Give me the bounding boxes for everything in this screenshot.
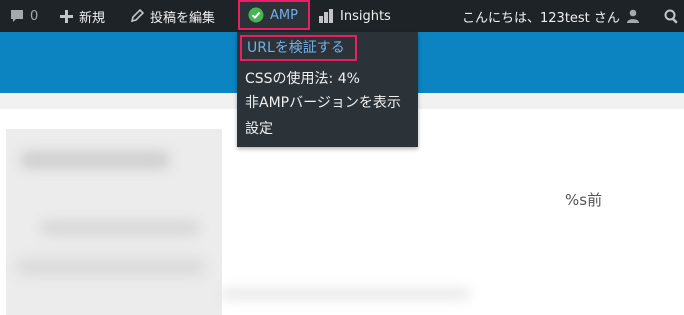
search-button[interactable] bbox=[664, 0, 679, 32]
blurred-text bbox=[16, 259, 206, 275]
amp-menu-button[interactable]: AMP bbox=[238, 0, 310, 30]
search-icon bbox=[664, 9, 679, 24]
settings-menu-item[interactable]: 設定 bbox=[245, 118, 273, 140]
comments-count: 0 bbox=[30, 8, 39, 24]
blurred-text bbox=[40, 221, 200, 235]
new-label: 新規 bbox=[79, 10, 106, 26]
validate-url-menu-item[interactable]: URLを検証する bbox=[240, 35, 357, 61]
view-non-amp-menu-item[interactable]: 非AMPバージョンを表示 bbox=[245, 92, 401, 114]
user-avatar-icon bbox=[626, 9, 640, 23]
blurred-text bbox=[20, 151, 170, 169]
edit-post-label: 投稿を編集 bbox=[150, 10, 216, 26]
blurred-text bbox=[220, 289, 470, 299]
plus-icon bbox=[60, 9, 73, 23]
edit-post-link[interactable]: 投稿を編集 bbox=[130, 0, 215, 32]
greeting-text: こんにちは、123test さん bbox=[462, 10, 620, 26]
amp-label: AMP bbox=[270, 7, 298, 23]
css-usage-menu-item[interactable]: CSSの使用法: 4% bbox=[245, 68, 360, 90]
time-ago-text: %s前 bbox=[565, 191, 603, 209]
admin-bar: 0 新規 投稿を編集 AMP Insights こんにちは、123test さん bbox=[0, 0, 684, 32]
insights-link[interactable]: Insights bbox=[318, 0, 391, 32]
comment-icon bbox=[10, 9, 24, 23]
insights-label: Insights bbox=[340, 8, 391, 24]
bar-chart-icon bbox=[318, 9, 334, 23]
my-account-link[interactable]: こんにちは、123test さん bbox=[462, 0, 640, 32]
pencil-icon bbox=[130, 9, 144, 23]
check-circle-icon bbox=[248, 7, 264, 23]
comments-link[interactable]: 0 bbox=[10, 0, 38, 32]
new-content-link[interactable]: 新規 bbox=[60, 0, 105, 32]
amp-dropdown-menu: URLを検証する CSSの使用法: 4% 非AMPバージョンを表示 設定 bbox=[237, 32, 418, 147]
